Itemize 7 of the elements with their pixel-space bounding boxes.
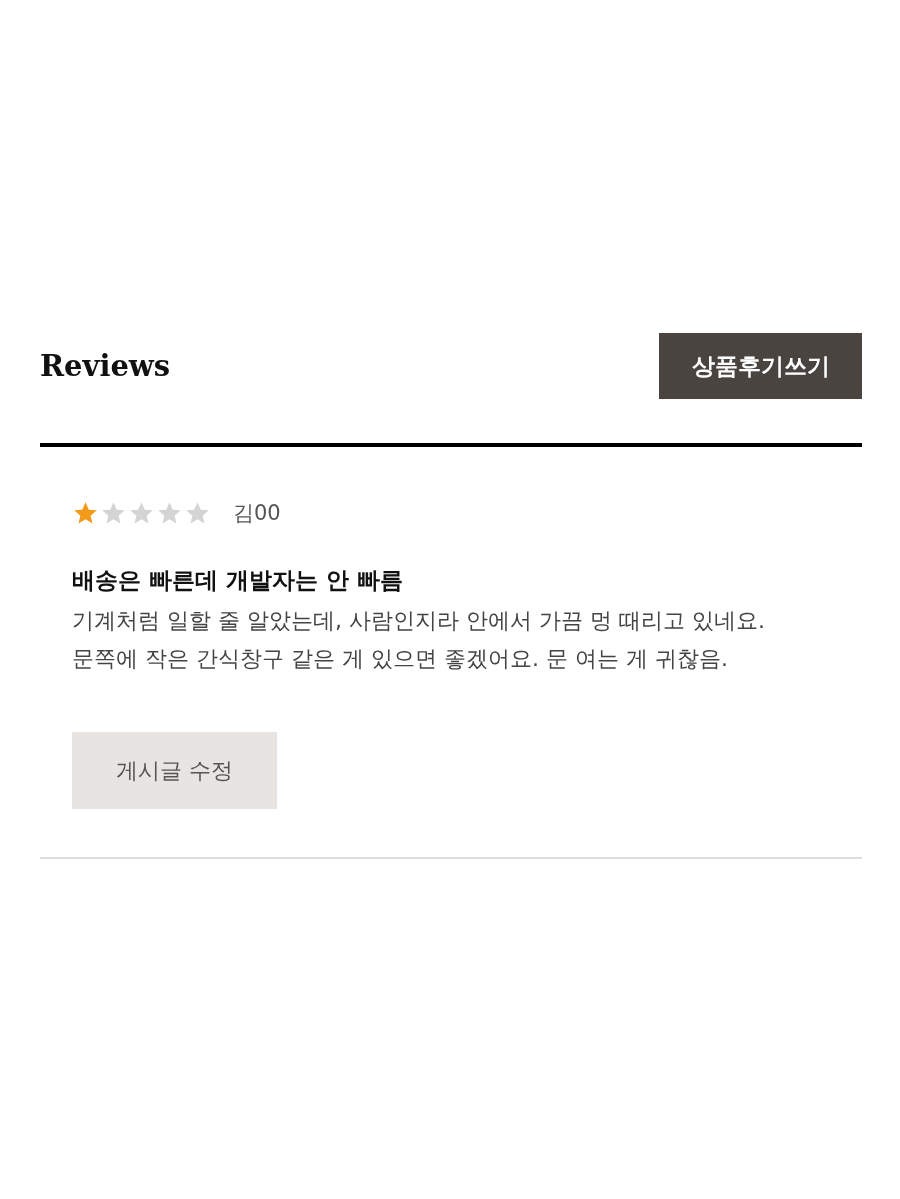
section-title: Reviews bbox=[40, 349, 171, 383]
review-title: 배송은 빠른데 개발자는 안 빠름 bbox=[72, 566, 405, 595]
review-text: 기계처럼 일할 줄 알았는데, 사람인지라 안에서 가끔 멍 때리고 있네요. bbox=[72, 608, 766, 634]
write-review-button[interactable]: 상품후기쓰기 bbox=[659, 333, 862, 399]
review-text: 문쪽에 작은 간식창구 같은 게 있으면 좋겠어요. 문 여는 게 귀찮음. bbox=[72, 646, 729, 672]
edit-post-button[interactable]: 게시글 수정 bbox=[72, 732, 277, 809]
review-author: 김00 bbox=[233, 500, 281, 527]
